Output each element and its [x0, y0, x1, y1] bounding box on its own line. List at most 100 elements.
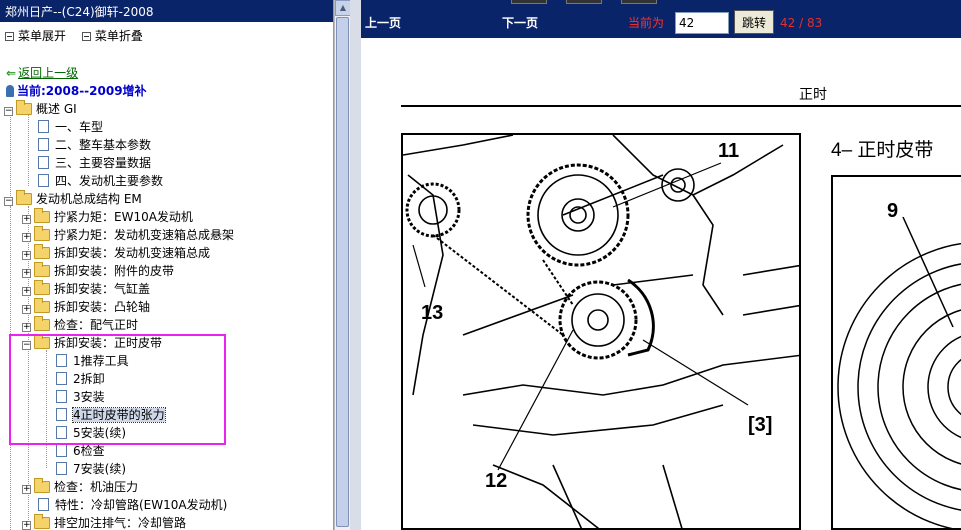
tree-leaf[interactable]: 7安装(续)	[56, 460, 126, 478]
tree-node-label[interactable]: 拆卸安装：附件的皮带	[54, 264, 174, 278]
expand-toggle-icon[interactable]: +	[22, 251, 31, 260]
folder-icon	[34, 316, 50, 331]
tree-node-label[interactable]: 拆卸安装：气缸盖	[54, 282, 150, 296]
expand-toggle-icon[interactable]: +	[22, 287, 31, 296]
document-viewer: 正时 11 13 12 [3] 4– 正时皮带 9	[361, 38, 961, 530]
tree-panel: 郑州日产--(C24)御轩-2008 菜单展开 菜单折叠 ⇐ 返回上一级 当前:2…	[0, 0, 334, 530]
jump-button[interactable]: 跳转	[734, 10, 774, 34]
back-link[interactable]: 返回上一级	[18, 66, 78, 80]
tree-node-label[interactable]: 拆卸安装：凸轮轴	[54, 300, 150, 314]
current-location: 当前:2008--2009增补	[6, 82, 147, 100]
header-rule	[401, 105, 961, 107]
tree-leaf-label[interactable]: 四、发动机主要参数	[55, 174, 163, 188]
location-pin-icon	[6, 85, 14, 97]
tree-leaf-label[interactable]: 6检查	[73, 444, 105, 458]
toolbar-stub	[511, 0, 547, 4]
toolbar-stub	[566, 0, 602, 4]
back-arrow-icon: ⇐	[6, 66, 17, 80]
expand-toggle-icon[interactable]: +	[22, 305, 31, 314]
tree-node-label[interactable]: 拧紧力矩：EW10A发动机	[54, 210, 193, 224]
expand-icon	[5, 32, 14, 41]
tree-node-label[interactable]: 拧紧力矩：发动机变速箱总成悬架	[54, 228, 234, 242]
document-icon	[38, 138, 49, 151]
prev-page-link[interactable]: 上一页	[365, 14, 401, 31]
expand-toggle-icon[interactable]: +	[22, 215, 31, 224]
collapse-toggle-icon[interactable]: −	[4, 197, 13, 206]
tree-node[interactable]: + 检查：机油压力	[22, 478, 138, 496]
tree-scrollbar[interactable]: ▲	[334, 0, 351, 530]
tree-node-label[interactable]: 发动机总成结构 EM	[36, 192, 142, 206]
tree-leaf-label[interactable]: 一、车型	[55, 120, 103, 134]
toolbar-stub	[621, 0, 657, 4]
tree-node-em[interactable]: − 发动机总成结构 EM	[4, 190, 142, 208]
tree-leaf[interactable]: 一、车型	[38, 118, 103, 136]
tree-leaf[interactable]: 三、主要容量数据	[38, 154, 151, 172]
tree-node-label[interactable]: 检查：配气正时	[54, 318, 138, 332]
tree-node[interactable]: + 拆卸安装：附件的皮带	[22, 262, 174, 280]
callout-12: 12	[485, 470, 507, 492]
tree-node[interactable]: + 拆卸安装：气缸盖	[22, 280, 150, 298]
back-link-row: ⇐ 返回上一级	[6, 64, 78, 82]
tree-node-label[interactable]: 检查：机油压力	[54, 480, 138, 494]
expand-toggle-icon[interactable]: +	[22, 323, 31, 332]
collapse-all-button[interactable]: 菜单折叠	[81, 27, 143, 44]
menu-operations: 菜单展开 菜单折叠	[0, 22, 333, 46]
pulley-drawing: 9	[837, 200, 961, 528]
document-icon	[56, 462, 67, 475]
tree-leaf[interactable]: 特性：冷却管路(EW10A发动机)	[38, 496, 227, 514]
expand-all-label: 菜单展开	[18, 29, 67, 43]
document-icon	[38, 498, 49, 511]
expand-toggle-icon[interactable]: +	[22, 233, 31, 242]
tree-node[interactable]: + 检查：配气正时	[22, 316, 138, 334]
engine-timing-figure: 11 13 12 [3]	[401, 133, 801, 530]
folder-icon	[34, 280, 50, 295]
page-number-input[interactable]	[675, 12, 729, 34]
page-navigation-bar: 上一页 下一页 当前为 跳转 42 / 83	[361, 0, 961, 38]
tree-node[interactable]: + 拆卸安装：发动机变速箱总成	[22, 244, 210, 262]
expand-all-button[interactable]: 菜单展开	[5, 27, 66, 44]
panel-title: 郑州日产--(C24)御轩-2008	[0, 0, 333, 22]
folder-icon	[34, 244, 50, 259]
current-page-label: 当前为	[628, 16, 665, 30]
tree-node-label[interactable]: 排空加注排气：冷却管路	[54, 516, 186, 530]
tree-node-label[interactable]: 概述 GI	[36, 102, 77, 116]
folder-open-icon	[16, 190, 32, 205]
tree-node-gi[interactable]: − 概述 GI	[4, 100, 77, 118]
document-icon	[38, 174, 49, 187]
tree-leaf-label[interactable]: 7安装(续)	[73, 462, 126, 476]
tree-leaf-label[interactable]: 三、主要容量数据	[55, 156, 151, 170]
collapse-all-label: 菜单折叠	[94, 29, 143, 43]
folder-icon	[34, 514, 50, 529]
document-icon	[38, 156, 49, 169]
tree-node-label[interactable]: 拆卸安装：发动机变速箱总成	[54, 246, 210, 260]
expand-toggle-icon[interactable]: +	[22, 485, 31, 494]
document-header: 正时	[799, 87, 827, 103]
scroll-thumb[interactable]	[336, 17, 349, 527]
tree-node[interactable]: + 拧紧力矩：发动机变速箱总成悬架	[22, 226, 234, 244]
timing-belt-drawing: 11 13 12 [3]	[403, 135, 799, 528]
tree-leaf[interactable]: 二、整车基本参数	[38, 136, 151, 154]
collapse-toggle-icon[interactable]: −	[4, 107, 13, 116]
collapse-icon	[81, 32, 91, 41]
next-page-link[interactable]: 下一页	[502, 14, 538, 31]
tree-node[interactable]: + 拆卸安装：凸轮轴	[22, 298, 150, 316]
document-icon	[56, 444, 67, 457]
expand-toggle-icon[interactable]: +	[22, 269, 31, 278]
folder-icon	[34, 262, 50, 277]
folder-open-icon	[16, 100, 32, 115]
pane-splitter[interactable]	[350, 0, 361, 530]
page-count: 42 / 83	[780, 16, 823, 30]
tree-node[interactable]: + 拧紧力矩：EW10A发动机	[22, 208, 193, 226]
highlight-annotation-box	[9, 334, 226, 445]
pulley-figure: 9	[831, 175, 961, 530]
tree-leaf[interactable]: 四、发动机主要参数	[38, 172, 163, 190]
tree-node[interactable]: + 排空加注排气：冷却管路	[22, 514, 186, 530]
expand-toggle-icon[interactable]: +	[22, 521, 31, 530]
folder-icon	[34, 478, 50, 493]
callout-3: [3]	[748, 414, 772, 436]
folder-icon	[34, 298, 50, 313]
tree-leaf-label[interactable]: 特性：冷却管路(EW10A发动机)	[55, 498, 227, 512]
tree-leaf-label[interactable]: 二、整车基本参数	[55, 138, 151, 152]
scroll-up-icon[interactable]: ▲	[335, 0, 351, 16]
callout-11: 11	[718, 140, 739, 162]
